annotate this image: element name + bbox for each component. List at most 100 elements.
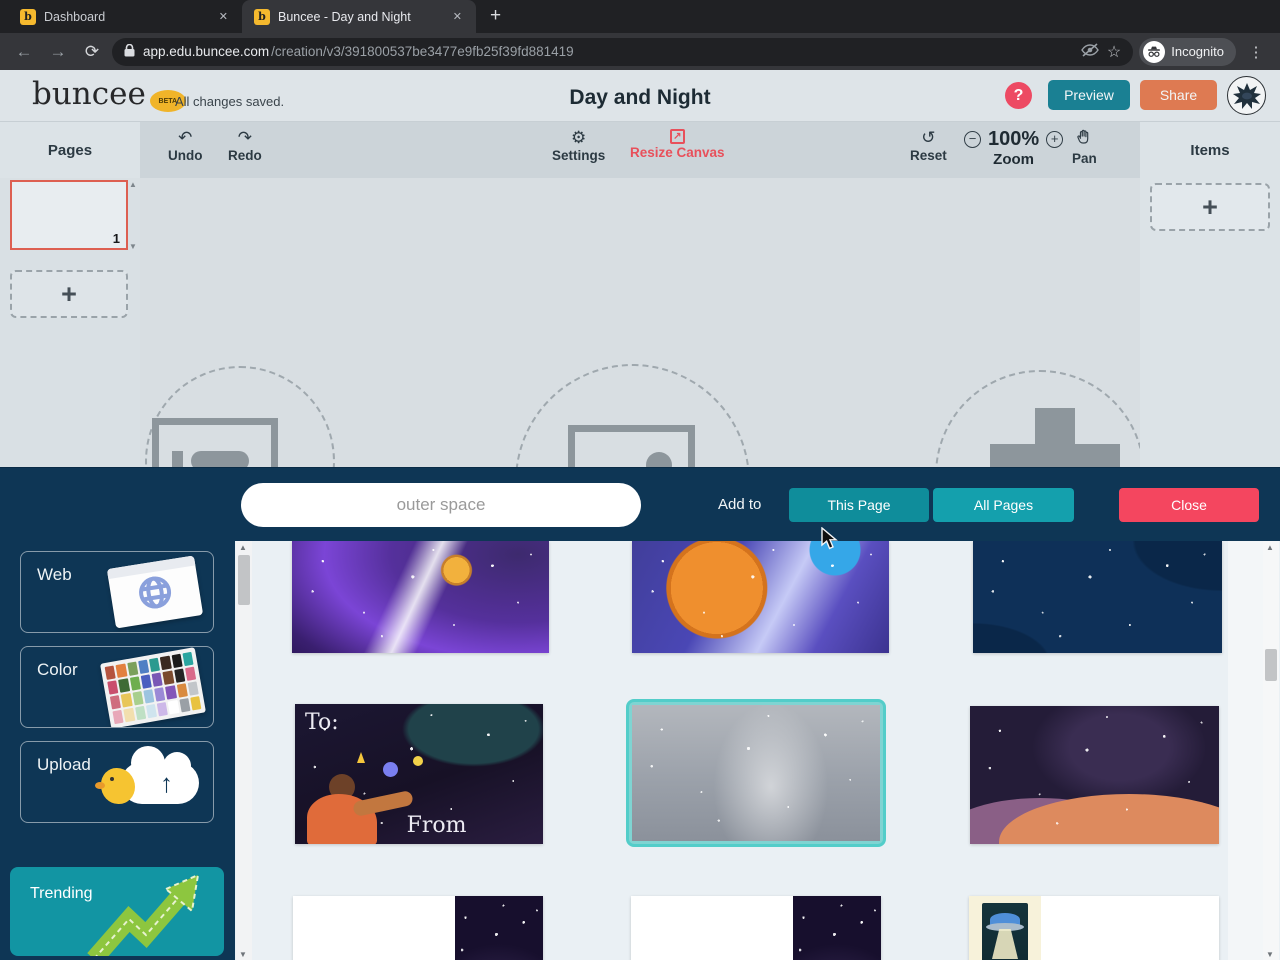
plus-icon: + [1202,191,1218,222]
result-thumbnail-night-sky[interactable] [973,541,1222,653]
trending-arrow-icon [87,873,200,956]
page-thumbnail-1[interactable]: 1 [10,180,128,250]
all-pages-button[interactable]: All Pages [933,488,1074,522]
result-thumbnail-milkyway-selected[interactable] [626,699,886,847]
scroll-down-icon[interactable]: ▼ [239,950,247,959]
browser-navbar: ← → ⟳ app.edu.buncee.com/creation/v3/391… [0,33,1280,70]
forward-icon[interactable]: → [44,38,72,66]
bookmark-star-icon[interactable]: ☆ [1107,42,1121,62]
undo-button[interactable]: ↶ Undo [168,128,203,164]
search-results-grid: To: From ▲ ▼ ▲ ▼ [235,541,1280,960]
add-to-label: Add to [718,496,762,513]
media-search-panel: Add to This Page All Pages Close Web Col… [0,467,1280,960]
plus-icon: + [61,278,77,309]
scroll-down-icon[interactable]: ▼ [129,242,137,251]
results-scrollbar-left[interactable]: ▲ ▼ [236,541,252,960]
scroll-up-icon[interactable]: ▲ [1266,543,1274,552]
preview-button[interactable]: Preview [1048,80,1130,110]
zoom-in-button[interactable]: + [1046,131,1064,148]
mouse-cursor [820,526,842,556]
source-web-button[interactable]: Web [20,551,214,633]
close-button[interactable]: Close [1119,488,1259,522]
tab-close-icon[interactable]: ✕ [215,8,232,25]
source-color-button[interactable]: Color [20,646,214,728]
globe-icon [133,571,177,619]
scrollbar-thumb[interactable] [238,555,250,605]
back-icon[interactable]: ← [10,38,38,66]
this-page-button[interactable]: This Page [789,488,929,522]
browser-menu-icon[interactable]: ⋮ [1242,38,1270,66]
result-thumbnail-card-2[interactable] [631,896,881,960]
source-trending-button[interactable]: Trending [10,867,224,956]
starburst-avatar-icon [1232,82,1261,109]
resize-canvas-icon: ↗ [669,129,685,144]
result-thumbnail-card-1[interactable] [293,896,543,960]
url-path: /creation/v3/391800537be3477e9fb25f39fd8… [271,44,574,59]
web-label: Web [37,565,72,584]
settings-button[interactable]: ⚙ Settings [552,129,605,164]
result-thumbnail-planets[interactable] [632,541,889,653]
share-button[interactable]: Share [1140,80,1217,110]
buncee-favicon: b [20,8,36,25]
chick-icon [95,768,135,804]
lock-icon [124,43,135,60]
toolbar-middle: ↶ Undo ↷ Redo ⚙ Settings ↗ Resize Canvas… [140,122,1140,178]
zoom-out-button[interactable]: − [964,131,981,148]
result-thumbnail-dunes[interactable] [970,706,1219,844]
add-item-button[interactable]: + [1150,183,1270,231]
scroll-down-icon[interactable]: ▼ [1266,950,1274,959]
results-scrollbar-right[interactable]: ▲ ▼ [1263,541,1279,960]
add-placeholder-icon[interactable] [990,408,1120,467]
upload-arrow-icon: ↑ [160,768,173,798]
zoom-controls: − 100% + Zoom [964,128,1064,168]
workspace: 1 ▲ ▼ + + [0,178,1280,467]
image-placeholder-icon[interactable] [568,425,695,467]
url-bar[interactable]: app.edu.buncee.com/creation/v3/391800537… [112,37,1134,66]
url-host: app.edu.buncee.com [143,44,270,59]
browser-tab-strip: b Dashboard ✕ b Buncee - Day and Night ✕… [0,0,1280,33]
upload-label: Upload [37,755,91,774]
items-sidebar: + [1140,178,1280,467]
zoom-label: Zoom [993,151,1034,168]
result-thumbnail-galaxy[interactable] [292,541,549,653]
text-placeholder-icon[interactable] [152,418,278,467]
scrollbar-thumb[interactable] [1265,649,1277,681]
tab-buncee-day-and-night[interactable]: b Buncee - Day and Night ✕ [242,0,476,33]
tab-dashboard[interactable]: b Dashboard ✕ [8,0,242,33]
help-button[interactable]: ? [1005,82,1032,109]
browser-window-icon [106,555,204,629]
new-tab-button[interactable]: + [476,5,515,33]
user-avatar[interactable] [1227,76,1266,115]
incognito-icon [1143,40,1166,63]
scroll-up-icon[interactable]: ▲ [129,180,137,189]
hand-icon [1076,129,1092,150]
undo-icon: ↶ [178,128,193,147]
redo-button[interactable]: ↷ Redo [228,128,262,164]
postcard-from-text: From [406,813,467,838]
pan-button[interactable]: Pan [1072,129,1097,166]
redo-icon: ↷ [237,128,252,147]
reset-button[interactable]: ↺ Reset [910,128,947,164]
reset-icon: ↺ [921,128,936,147]
zoom-value: 100% [988,128,1040,150]
canvas[interactable] [140,178,1140,467]
pages-panel-header: Pages [0,122,140,178]
tab-close-icon[interactable]: ✕ [449,8,466,25]
pages-sidebar: 1 ▲ ▼ + [0,178,140,467]
incognito-label: Incognito [1171,44,1224,59]
page-number: 1 [112,231,120,246]
source-upload-button[interactable]: Upload ↑ [20,741,214,823]
resize-canvas-button[interactable]: ↗ Resize Canvas [630,129,725,160]
result-thumbnail-card-ufo[interactable] [969,896,1219,960]
scroll-up-icon[interactable]: ▲ [239,543,247,552]
buncee-favicon: b [254,8,270,25]
reload-icon[interactable]: ⟳ [78,38,106,66]
add-page-button[interactable]: + [10,270,128,318]
search-pill [241,483,641,527]
eye-blocked-icon[interactable] [1081,43,1099,60]
color-label: Color [37,660,78,679]
tab-title: Dashboard [44,9,106,24]
result-thumbnail-postcard[interactable]: To: From [295,704,543,844]
incognito-badge: Incognito [1139,37,1236,66]
search-input[interactable] [241,483,641,527]
